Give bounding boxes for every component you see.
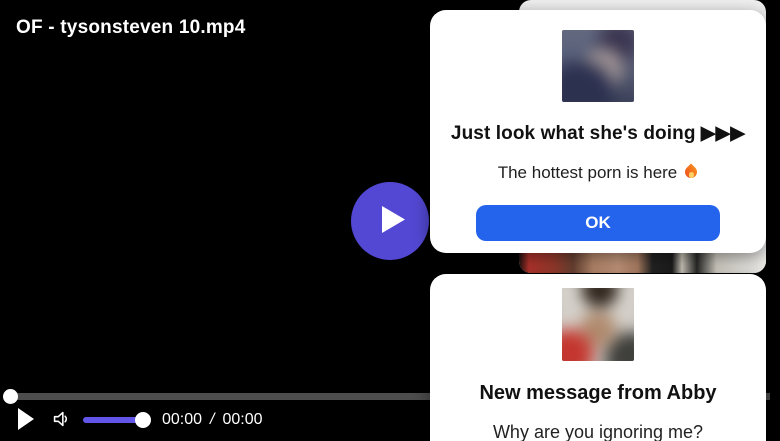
- seek-handle[interactable]: [3, 389, 18, 404]
- background-photo-strip: [519, 253, 766, 273]
- time-separator: /: [210, 411, 215, 428]
- message-text: Why are you ignoring me?: [492, 422, 704, 441]
- ad-heading: Just look what she's doing ▶▶▶: [450, 123, 746, 144]
- big-play-button[interactable]: [351, 182, 429, 260]
- message-popup: New message from Abby Why are you ignori…: [430, 274, 766, 441]
- play-button[interactable]: [17, 407, 35, 434]
- mute-button[interactable]: [50, 408, 72, 433]
- play-icon: [17, 408, 35, 434]
- ad-popup: Just look what she's doing ▶▶▶ The hotte…: [430, 10, 766, 253]
- volume-low-icon: [50, 411, 72, 433]
- video-title: OF - tysonsteven 10.mp4: [16, 17, 246, 38]
- fire-icon: [684, 165, 698, 180]
- message-heading: New message from Abby: [479, 382, 717, 404]
- time-display: 00:00 / 00:00: [162, 411, 263, 429]
- volume-handle[interactable]: [135, 412, 151, 428]
- ad-subtext: The hottest porn is here: [498, 163, 699, 183]
- video-player: OF - tysonsteven 10.mp4 Just look what s…: [0, 0, 780, 441]
- ok-button[interactable]: OK: [476, 204, 720, 241]
- duration: 00:00: [222, 411, 263, 428]
- message-thumbnail[interactable]: [562, 288, 634, 361]
- play-icon: [374, 204, 407, 238]
- current-time: 00:00: [162, 411, 203, 428]
- ad-thumbnail[interactable]: [562, 30, 634, 102]
